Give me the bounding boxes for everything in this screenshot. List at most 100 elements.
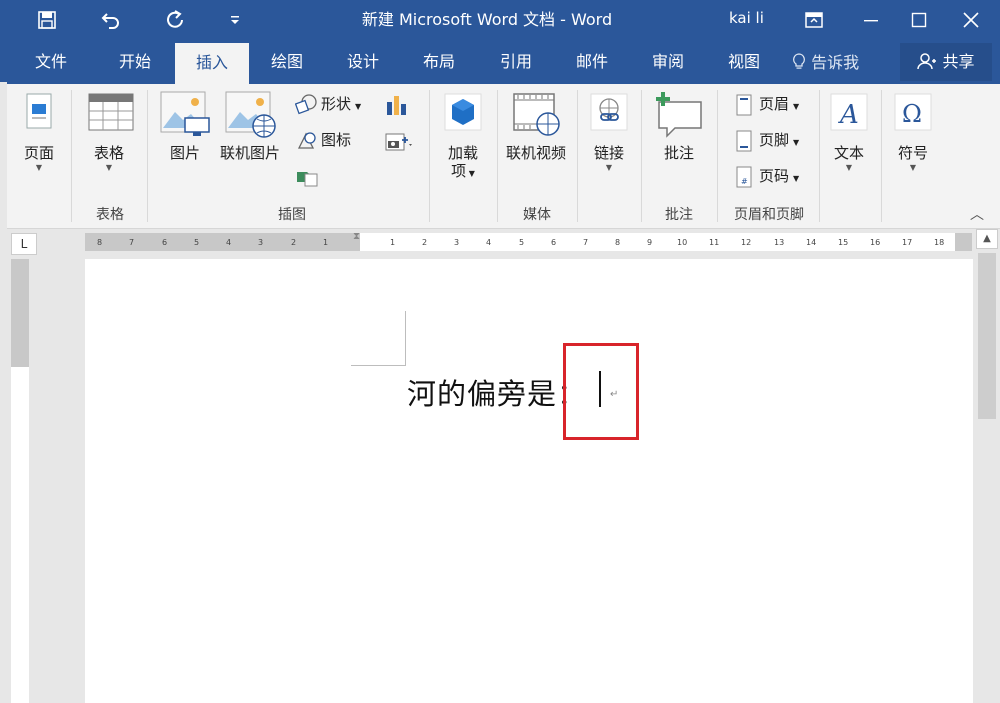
group-label-illustrations: 插图 xyxy=(278,207,306,223)
caret-down-icon: ▼ xyxy=(793,174,800,183)
crop-mark xyxy=(351,365,406,366)
tab-references[interactable]: 引用 xyxy=(484,40,548,84)
text-button[interactable]: A 文本 ▼ xyxy=(823,90,875,174)
link-icon xyxy=(587,90,631,134)
pictures-button[interactable]: 图片 xyxy=(157,90,213,162)
tab-file[interactable]: 文件 xyxy=(19,40,83,84)
maximize-icon[interactable] xyxy=(897,0,941,40)
tell-me-box[interactable]: 告诉我 xyxy=(792,40,859,84)
collapse-ribbon-icon[interactable]: ︿ xyxy=(970,204,984,224)
table-button[interactable]: 表格 ▼ xyxy=(81,90,137,174)
online-pictures-button[interactable]: 联机图片 xyxy=(215,90,285,162)
smartart-icon xyxy=(295,166,318,188)
group-label-header-footer: 页眉和页脚 xyxy=(734,207,804,223)
online-pictures-label: 联机图片 xyxy=(219,144,280,162)
vertical-scrollbar[interactable]: ▲ xyxy=(973,229,1000,703)
picture-icon xyxy=(159,90,211,136)
svg-text:Ω: Ω xyxy=(902,100,922,128)
links-label: 链接 xyxy=(593,144,624,162)
ribbon-insert: 页面 ▼ 表格 ▼ 表格 图片 联机图片 形状 ▼ 图标 插图 加载 项 ▼ 联… xyxy=(7,84,1000,229)
screenshot-icon xyxy=(385,130,412,152)
tab-mailings[interactable]: 邮件 xyxy=(560,40,624,84)
tab-layout[interactable]: 布局 xyxy=(407,40,471,84)
caret-down-icon: ▼ xyxy=(793,138,800,147)
page-number-button[interactable]: # 页码 ▼ xyxy=(733,164,799,188)
pages-label: 页面 xyxy=(23,144,54,162)
icons-button[interactable]: 图标 xyxy=(295,128,351,152)
desktop-edge xyxy=(0,0,7,703)
document-text[interactable]: 河的偏旁是： xyxy=(407,371,587,413)
caret-down-icon: ▼ xyxy=(909,163,917,172)
caret-down-icon: ▼ xyxy=(466,169,475,178)
chart-button[interactable] xyxy=(385,92,411,116)
header-label: 页眉 xyxy=(759,95,790,113)
comment-label: 批注 xyxy=(663,144,694,162)
chart-icon xyxy=(385,94,407,116)
omega-icon: Ω xyxy=(891,90,935,134)
customize-qat-icon[interactable] xyxy=(213,0,257,40)
header-button[interactable]: 页眉 ▼ xyxy=(733,92,799,116)
user-name[interactable]: kai li xyxy=(729,0,764,40)
shapes-label: 形状 xyxy=(321,95,352,113)
scroll-up-icon[interactable]: ▲ xyxy=(976,229,998,249)
addins-label-2: 项 xyxy=(451,162,467,180)
pages-button[interactable]: 页面 ▼ xyxy=(13,90,65,174)
caret-down-icon: ▼ xyxy=(845,163,853,172)
caret-down-icon: ▼ xyxy=(793,102,800,111)
document-workspace: 河的偏旁是： ↵ xyxy=(40,259,973,703)
share-label: 共享 xyxy=(942,52,975,71)
addins-button[interactable]: 加载 项 ▼ xyxy=(437,90,489,180)
share-button[interactable]: 共享 xyxy=(900,43,992,81)
title-bar: 新建 Microsoft Word 文档 - Word kai li xyxy=(7,0,1000,40)
comment-button[interactable]: 批注 xyxy=(649,90,709,162)
header-icon xyxy=(733,94,755,116)
group-label-tables: 表格 xyxy=(96,207,124,223)
horizontal-ruler-area: L 8 7 6 5 4 3 2 1 ⧗ 1 2 3 4 5 6 7 8 9 10… xyxy=(7,229,1000,259)
document-page[interactable]: 河的偏旁是： ↵ xyxy=(85,259,973,703)
ribbon-tabs: 文件 开始 插入 绘图 设计 布局 引用 邮件 审阅 视图 告诉我 共享 xyxy=(7,40,1000,84)
tab-view[interactable]: 视图 xyxy=(712,40,776,84)
page-number-label: 页码 xyxy=(759,167,790,185)
shapes-button[interactable]: 形状 ▼ xyxy=(294,92,362,116)
tab-selector-button[interactable]: L xyxy=(11,233,37,255)
group-label-media: 媒体 xyxy=(523,207,551,223)
tab-draw[interactable]: 绘图 xyxy=(255,40,319,84)
window-title: 新建 Microsoft Word 文档 - Word xyxy=(361,10,613,29)
tab-insert[interactable]: 插入 xyxy=(175,43,249,84)
text-icon: A xyxy=(827,90,871,134)
vertical-ruler-area xyxy=(7,259,40,703)
tab-review[interactable]: 审阅 xyxy=(636,40,700,84)
indent-marker-icon[interactable]: ⧗ xyxy=(353,231,360,242)
caret-down-icon: ▼ xyxy=(605,163,613,172)
tab-design[interactable]: 设计 xyxy=(331,40,395,84)
online-picture-icon xyxy=(224,90,276,138)
shapes-icon xyxy=(294,93,317,116)
links-button[interactable]: 链接 ▼ xyxy=(583,90,635,174)
online-video-label: 联机视频 xyxy=(505,144,566,162)
crop-mark xyxy=(405,311,406,365)
minimize-icon[interactable] xyxy=(849,0,893,40)
pictures-label: 图片 xyxy=(169,144,200,162)
table-icon xyxy=(87,90,134,134)
page-icon xyxy=(17,90,61,134)
vertical-ruler[interactable] xyxy=(11,259,29,703)
tab-home[interactable]: 开始 xyxy=(99,40,171,84)
save-icon[interactable] xyxy=(25,0,69,40)
close-icon[interactable] xyxy=(949,0,993,40)
online-video-button[interactable]: 联机视频 xyxy=(501,90,571,162)
screenshot-button[interactable] xyxy=(385,128,412,152)
icons-icon xyxy=(295,130,317,152)
scroll-thumb[interactable] xyxy=(978,253,996,419)
caret-down-icon: ▼ xyxy=(105,163,113,172)
redo-icon[interactable] xyxy=(153,0,197,40)
undo-icon[interactable] xyxy=(89,0,133,40)
footer-label: 页脚 xyxy=(759,131,790,149)
ribbon-display-icon[interactable] xyxy=(792,0,836,40)
symbols-label: 符号 xyxy=(897,144,928,162)
smartart-button[interactable] xyxy=(295,164,321,188)
horizontal-ruler[interactable]: 8 7 6 5 4 3 2 1 ⧗ 1 2 3 4 5 6 7 8 9 10 1… xyxy=(85,231,972,251)
text-label: 文本 xyxy=(833,144,864,162)
caret-down-icon: ▼ xyxy=(355,102,362,111)
footer-button[interactable]: 页脚 ▼ xyxy=(733,128,799,152)
symbols-button[interactable]: Ω 符号 ▼ xyxy=(887,90,939,174)
